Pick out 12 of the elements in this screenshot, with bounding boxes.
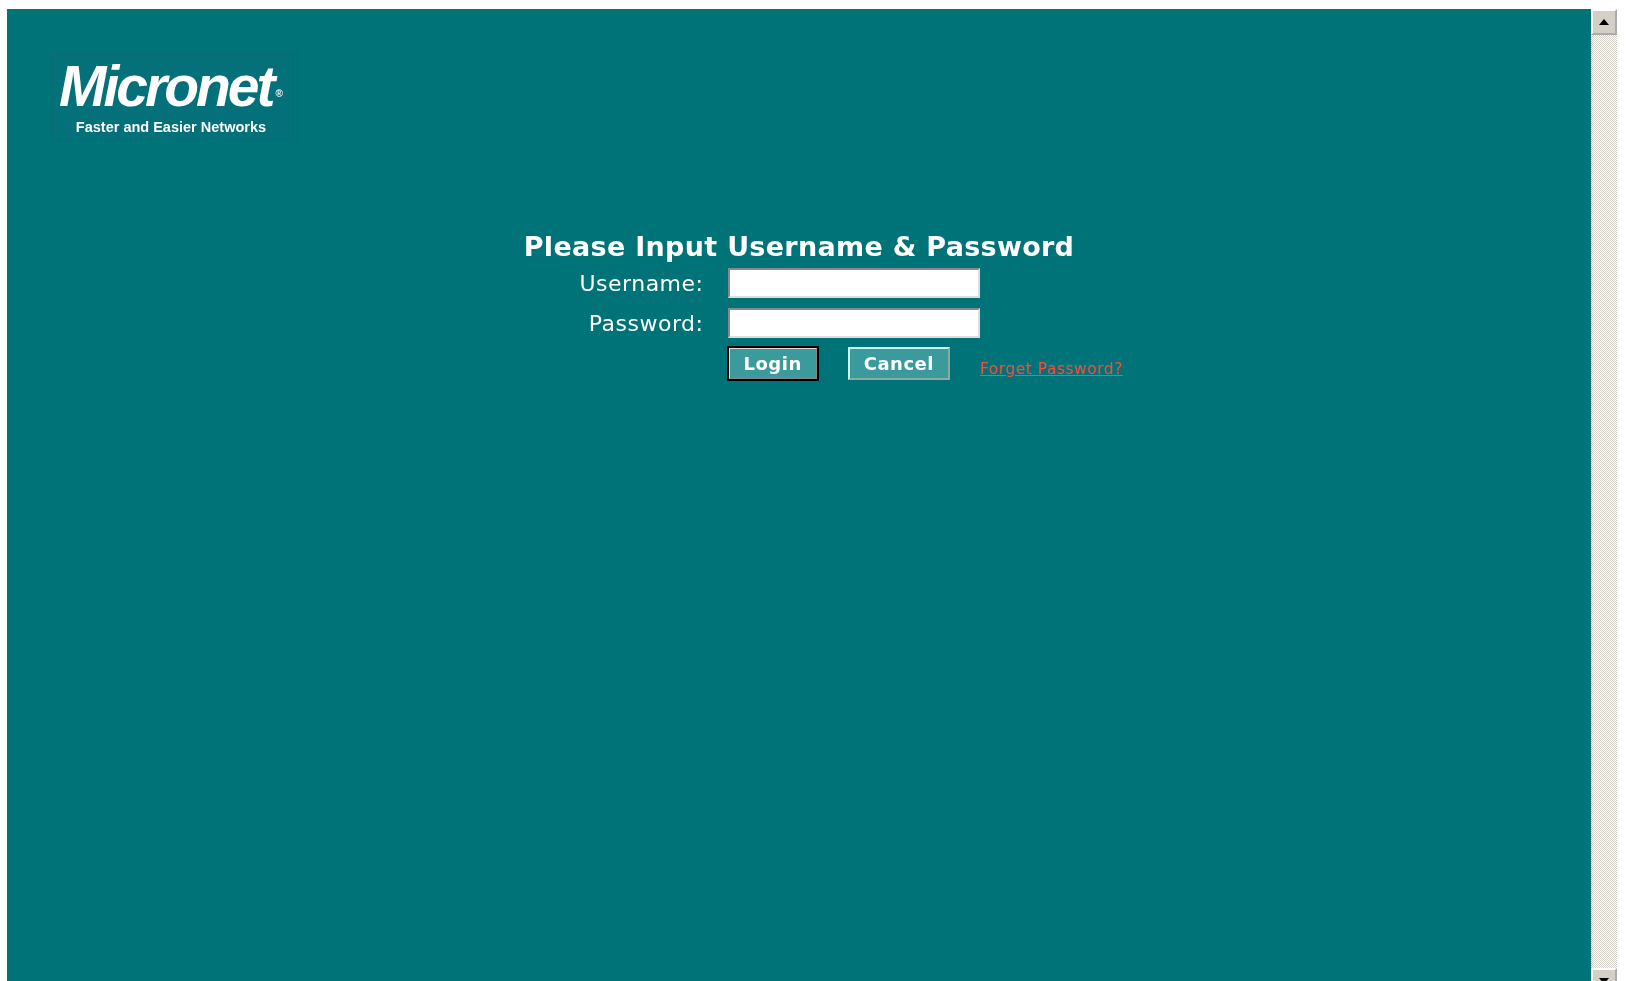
login-button[interactable]: Login	[727, 347, 818, 380]
logo-tagline: Faster and Easier Networks	[75, 119, 267, 135]
scroll-up-button[interactable]	[1591, 9, 1617, 35]
field-label: Username:	[578, 270, 704, 296]
form-title: Please Input Username & Password	[522, 231, 1076, 262]
cancel-button[interactable]: Cancel	[847, 347, 950, 380]
forgot-password-link[interactable]: Forget Password?	[979, 359, 1123, 378]
username-field[interactable]	[727, 268, 980, 298]
up-arrow-icon	[1599, 19, 1609, 25]
logo-wordmark: Micronet®	[59, 61, 283, 119]
field-label: Password:	[587, 310, 704, 336]
password-field[interactable]	[727, 308, 980, 338]
